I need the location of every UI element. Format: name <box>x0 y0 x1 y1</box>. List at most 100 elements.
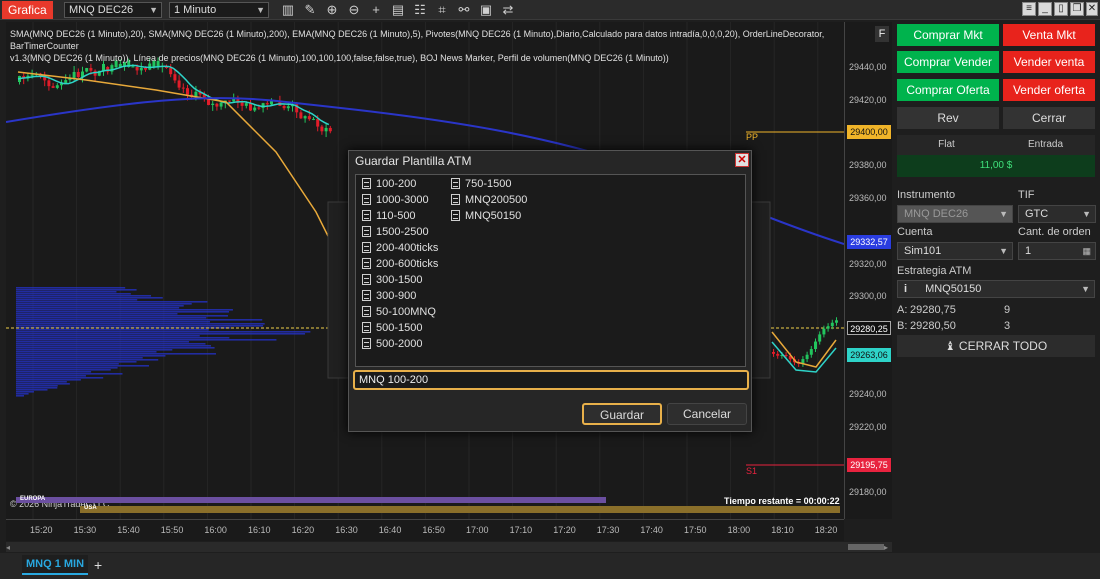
scroll-right-icon[interactable]: ▸ <box>884 543 892 552</box>
sell-bid-button[interactable]: Vender oferta <box>1003 79 1095 101</box>
volume-profile-bar <box>16 333 306 335</box>
properties-icon[interactable]: ☷ <box>412 2 428 18</box>
volume-profile-bar <box>16 381 67 383</box>
add-tab-button[interactable]: + <box>94 556 108 574</box>
volume-profile-bar <box>16 299 138 301</box>
template-column-1: 100-200 1000-3000 110-500 1500-2500 200-400t… <box>362 176 447 352</box>
info-icon[interactable]: i <box>904 281 922 297</box>
attach-icon[interactable]: ⇄ <box>500 2 516 18</box>
scroll-thumb[interactable] <box>848 544 884 550</box>
template-list-item[interactable]: MNQ200500 <box>451 192 551 208</box>
volume-profile-bar <box>16 289 137 291</box>
candle-body <box>772 352 775 354</box>
scroll-left-icon[interactable]: ◂ <box>6 543 14 552</box>
f-button[interactable]: F <box>875 26 889 42</box>
time-tick: 16:40 <box>378 525 402 535</box>
volume-profile-bar <box>16 361 137 363</box>
price-tick: 29300,00 <box>849 291 887 301</box>
ask-label: A: <box>897 304 908 316</box>
strategies-icon[interactable]: ⚯ <box>456 2 472 18</box>
time-axis[interactable]: 15:20 15:30 15:40 15:50 16:00 16:10 16:20 16:30… <box>6 519 844 541</box>
save-atm-template-dialog: Guardar Plantilla ATM ✕ 100-200 1000-3000… <box>348 150 752 432</box>
template-list-item[interactable]: 100-200 <box>362 176 447 192</box>
document-icon <box>362 194 371 205</box>
crosshair-icon[interactable]: + <box>368 2 384 18</box>
session-label-usa: USA <box>84 505 97 511</box>
volume-profile-bar <box>16 321 211 323</box>
volume-profile-bar <box>16 367 118 369</box>
candle-body <box>47 80 51 87</box>
document-icon <box>362 258 371 269</box>
template-name: 500-2000 <box>376 338 423 350</box>
interval-selector[interactable]: 1 Minuto ▼ <box>169 2 269 18</box>
template-list-item[interactable]: 500-2000 <box>362 336 447 352</box>
pencil-icon[interactable]: ✎ <box>302 2 318 18</box>
horizontal-scrollbar[interactable]: ◂ ▸ <box>6 542 892 552</box>
template-list-item[interactable]: 110-500 <box>362 208 447 224</box>
sell-market-button[interactable]: Venta Mkt <box>1003 24 1095 46</box>
price-tick: 29180,00 <box>849 487 887 497</box>
buy-bid-button[interactable]: Comprar Vender <box>897 51 999 73</box>
account-select[interactable]: Sim101 ▼ <box>897 242 1013 260</box>
template-name: 100-200 <box>376 178 417 190</box>
template-list-item[interactable]: 1000-3000 <box>362 192 447 208</box>
instrument-select[interactable]: MNQ DEC26 ▼ <box>897 205 1013 223</box>
volume-profile-bar <box>16 287 126 289</box>
price-tick: 29440,00 <box>849 62 887 72</box>
zoom-in-icon[interactable]: ⊕ <box>324 2 340 18</box>
template-list-item[interactable]: MNQ50150 <box>451 208 551 224</box>
template-list-item[interactable]: 750-1500 <box>451 176 551 192</box>
zoom-out-icon[interactable]: ⊖ <box>346 2 362 18</box>
minimize-icon[interactable]: _ <box>1038 2 1052 16</box>
candle-body <box>830 322 834 327</box>
bid-label: B: <box>897 320 908 332</box>
template-list-item[interactable]: 300-900 <box>362 288 447 304</box>
template-list-item[interactable]: 1500-2500 <box>362 224 447 240</box>
cancel-button[interactable]: Cancelar <box>667 403 747 425</box>
bars-icon[interactable]: ▥ <box>280 2 296 18</box>
document-icon <box>451 210 460 221</box>
instrument-selector[interactable]: MNQ DEC26 ▼ <box>64 2 162 18</box>
buy-market-button[interactable]: Comprar Mkt <box>897 24 999 46</box>
dialog-close-icon[interactable]: ✕ <box>735 153 749 167</box>
volume-profile-bar <box>16 307 180 309</box>
template-list-item[interactable]: 500-1500 <box>362 320 447 336</box>
pivot-pp-price: 29400,00 <box>847 125 891 139</box>
tab-mnq-1min[interactable]: MNQ 1 MIN <box>22 555 88 575</box>
pivot-s1-label: S1 <box>746 466 758 476</box>
time-tick: 17:40 <box>640 525 663 535</box>
document-icon <box>362 274 371 285</box>
template-list[interactable]: 100-200 1000-3000 110-500 1500-2500 200-400t… <box>355 174 746 367</box>
menu-icon[interactable]: ≡ <box>1022 2 1036 16</box>
quantity-stepper[interactable]: 1 ▦ <box>1018 242 1096 260</box>
pin-icon[interactable]: ▯ <box>1054 2 1068 16</box>
volume-profile-bar <box>16 355 166 357</box>
template-list-item[interactable]: 300-1500 <box>362 272 447 288</box>
template-list-item[interactable]: 200-400ticks <box>362 240 447 256</box>
templates-icon[interactable]: ▣ <box>478 2 494 18</box>
time-tick: 18:10 <box>771 525 794 535</box>
candle-body <box>181 87 185 89</box>
close-window-icon[interactable]: ✕ <box>1086 2 1098 16</box>
atm-strategy-select[interactable]: i MNQ50150 ▼ <box>897 280 1095 298</box>
volume-profile-bar <box>16 301 208 303</box>
template-list-item[interactable]: 50-100MNQ <box>362 304 447 320</box>
close-position-button[interactable]: Cerrar <box>1003 107 1095 129</box>
indicators-icon[interactable]: ⌗ <box>434 2 450 18</box>
volume-profile-bar <box>16 339 277 341</box>
template-list-item[interactable]: 200-600ticks <box>362 256 447 272</box>
pivot-pp-label: PP <box>746 132 759 142</box>
app-title[interactable]: Grafica <box>2 1 53 19</box>
reverse-button[interactable]: Rev <box>897 107 999 129</box>
tif-select[interactable]: GTC ▼ <box>1018 205 1096 223</box>
save-button[interactable]: Guardar <box>582 403 662 425</box>
sell-ask-button[interactable]: Vender venta <box>1003 51 1095 73</box>
price-axis[interactable]: F 29440,00 29420,00 29380,00 29360,00 29… <box>844 22 892 519</box>
restore-icon[interactable]: ❐ <box>1070 2 1084 16</box>
calculator-icon[interactable]: ▦ <box>1082 243 1091 259</box>
data-box-icon[interactable]: ▤ <box>390 2 406 18</box>
close-all-button[interactable]: ♝ CERRAR TODO <box>897 335 1095 357</box>
buy-ask-button[interactable]: Comprar Oferta <box>897 79 999 101</box>
time-tick: 17:00 <box>466 525 489 535</box>
template-name-input[interactable] <box>353 370 749 390</box>
